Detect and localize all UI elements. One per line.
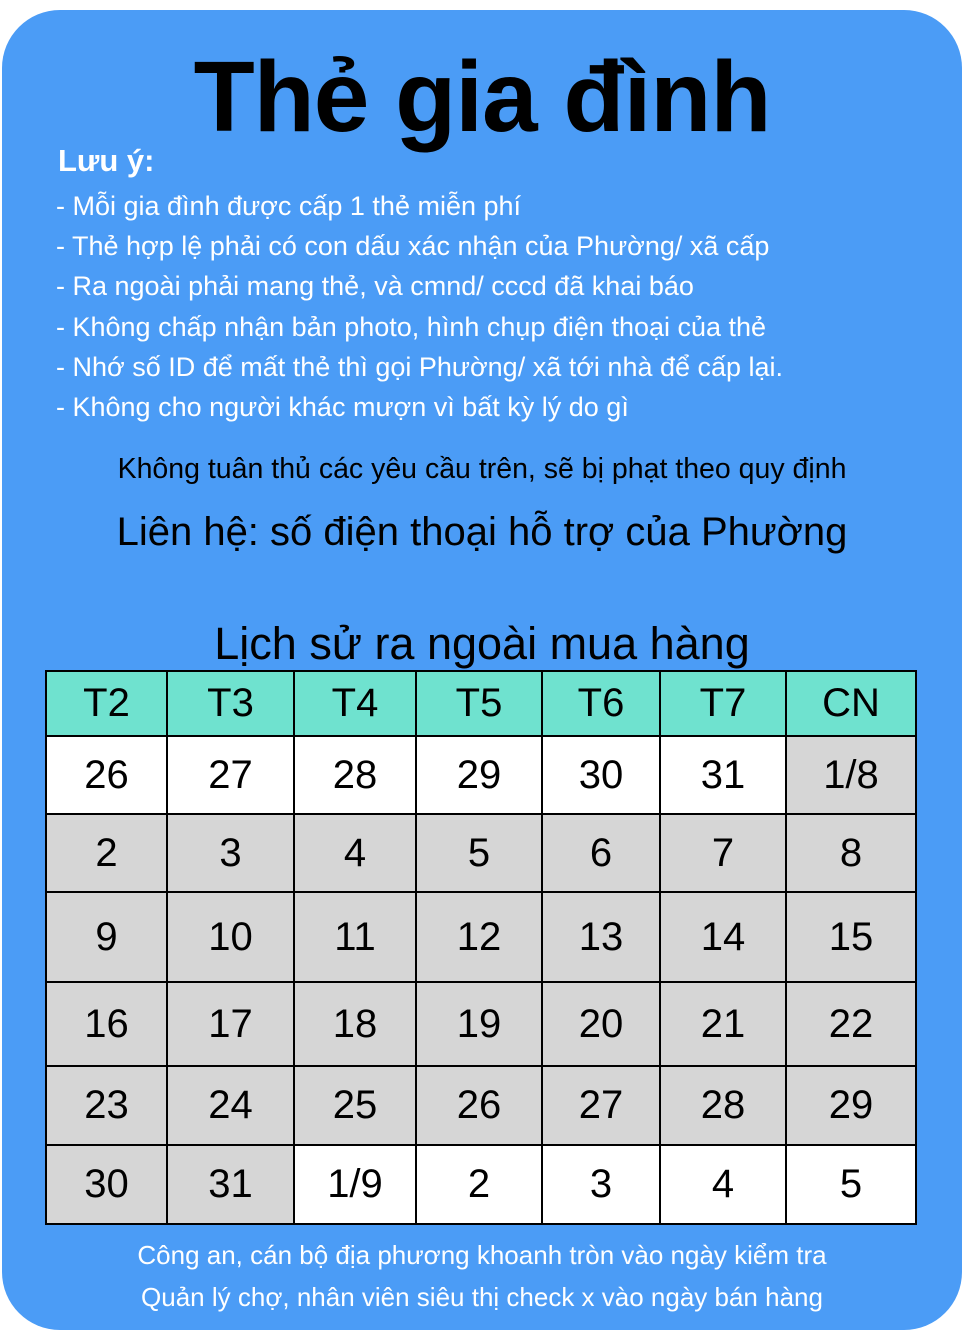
note-item: - Không cho người khác mượn vì bất kỳ lý…: [56, 392, 629, 423]
weekday-header: T6: [541, 670, 661, 737]
calendar-day-cell[interactable]: 29: [415, 735, 543, 815]
notes-heading: Lưu ý:: [58, 143, 155, 178]
calendar-day-cell[interactable]: 26: [415, 1065, 543, 1146]
calendar-day-cell[interactable]: 22: [785, 981, 917, 1067]
calendar-day-cell[interactable]: 6: [541, 813, 661, 893]
calendar-day-cell[interactable]: 31: [659, 735, 787, 815]
calendar-day-cell[interactable]: 16: [45, 981, 168, 1067]
calendar-day-cell[interactable]: 30: [541, 735, 661, 815]
calendar-day-cell[interactable]: 2: [45, 813, 168, 893]
weekday-header: T4: [293, 670, 417, 737]
calendar-day-cell[interactable]: 23: [45, 1065, 168, 1146]
weekday-header: T2: [45, 670, 168, 737]
calendar-day-cell[interactable]: 8: [785, 813, 917, 893]
calendar-day-cell[interactable]: 27: [166, 735, 295, 815]
calendar-day-cell[interactable]: 5: [785, 1144, 917, 1225]
weekday-header: T7: [659, 670, 787, 737]
calendar-week-row: 16 17 18 19 20 21 22: [45, 981, 917, 1067]
calendar-day-cell[interactable]: 24: [166, 1065, 295, 1146]
penalty-warning: Không tuân thủ các yêu cầu trên, sẽ bị p…: [117, 453, 847, 485]
calendar-day-cell[interactable]: 29: [785, 1065, 917, 1146]
card-title: Thẻ gia đình: [193, 41, 772, 153]
weekday-header: CN: [785, 670, 917, 737]
calendar-day-cell[interactable]: 7: [659, 813, 787, 893]
calendar-week-row: 23 24 25 26 27 28 29: [45, 1065, 917, 1146]
calendar-header-row: T2 T3 T4 T5 T6 T7 CN: [45, 670, 917, 737]
note-item: - Mỗi gia đình được cấp 1 thẻ miễn phí: [56, 191, 522, 221]
calendar-day-cell[interactable]: 28: [293, 735, 417, 815]
calendar-day-cell[interactable]: 14: [659, 891, 787, 983]
calendar-day-cell[interactable]: 15: [785, 891, 917, 983]
family-card: Thẻ gia đình Lưu ý: - Mỗi gia đình được …: [2, 10, 962, 1330]
note-item: - Không chấp nhận bản photo, hình chụp đ…: [56, 311, 767, 342]
calendar-day-cell[interactable]: 5: [415, 813, 543, 893]
calendar-day-cell[interactable]: 31: [166, 1144, 295, 1225]
calendar-day-cell[interactable]: 27: [541, 1065, 661, 1146]
calendar-day-cell[interactable]: 18: [293, 981, 417, 1067]
note-item: - Ra ngoài phải mang thẻ, và cmnd/ cccd …: [56, 271, 694, 302]
calendar-day-cell[interactable]: 30: [45, 1144, 168, 1225]
calendar-day-cell[interactable]: 17: [166, 981, 295, 1067]
calendar-day-cell[interactable]: 20: [541, 981, 661, 1067]
note-item: - Nhớ số ID để mất thẻ thì gọi Phường/ x…: [56, 351, 784, 382]
calendar-day-cell[interactable]: 2: [415, 1144, 543, 1225]
calendar-day-cell[interactable]: 3: [166, 813, 295, 893]
weekday-header: T3: [166, 670, 295, 737]
note-item: - Thẻ hợp lệ phải có con dấu xác nhận củ…: [56, 231, 770, 262]
calendar-day-cell[interactable]: 11: [293, 891, 417, 983]
calendar-week-row: 30 31 1/9 2 3 4 5: [45, 1144, 917, 1225]
calendar-day-cell[interactable]: 4: [293, 813, 417, 893]
calendar-day-cell[interactable]: 9: [45, 891, 168, 983]
calendar-day-cell[interactable]: 26: [45, 735, 168, 815]
calendar-day-cell[interactable]: 4: [659, 1144, 787, 1225]
footer-note-market: Quản lý chợ, nhân viên siêu thị check x …: [141, 1282, 823, 1312]
calendar-week-row: 2345678: [45, 813, 917, 893]
calendar-day-cell[interactable]: 13: [541, 891, 661, 983]
calendar-day-cell[interactable]: 21: [659, 981, 787, 1067]
calendar-day-cell[interactable]: 12: [415, 891, 543, 983]
footer-note-police: Công an, cán bộ địa phương khoanh tròn v…: [137, 1240, 827, 1270]
calendar-day-cell[interactable]: 3: [541, 1144, 661, 1225]
contact-info: Liên hệ: số điện thoại hỗ trợ của Phường: [116, 510, 848, 554]
calendar-day-cell[interactable]: 10: [166, 891, 295, 983]
calendar-week-row: 26 27 28 29 30 31 1/8: [45, 735, 917, 815]
weekday-header: T5: [415, 670, 543, 737]
calendar-week-row: 9 10 11 12 13 14 15: [45, 891, 917, 983]
calendar-day-cell[interactable]: 1/9: [293, 1144, 417, 1225]
notes-list: - Mỗi gia đình được cấp 1 thẻ miễn phí -…: [56, 186, 783, 427]
calendar-day-cell[interactable]: 1/8: [785, 735, 917, 815]
calendar-day-cell[interactable]: 25: [293, 1065, 417, 1146]
shopping-history-calendar: T2 T3 T4 T5 T6 T7 CN 26 27 28 29 30 31 1/8 2 3 4 5…: [45, 670, 917, 1225]
calendar-day-cell[interactable]: 28: [659, 1065, 787, 1146]
history-title: Lịch sử ra ngoài mua hàng: [214, 618, 750, 669]
calendar-day-cell[interactable]: 19: [415, 981, 543, 1067]
